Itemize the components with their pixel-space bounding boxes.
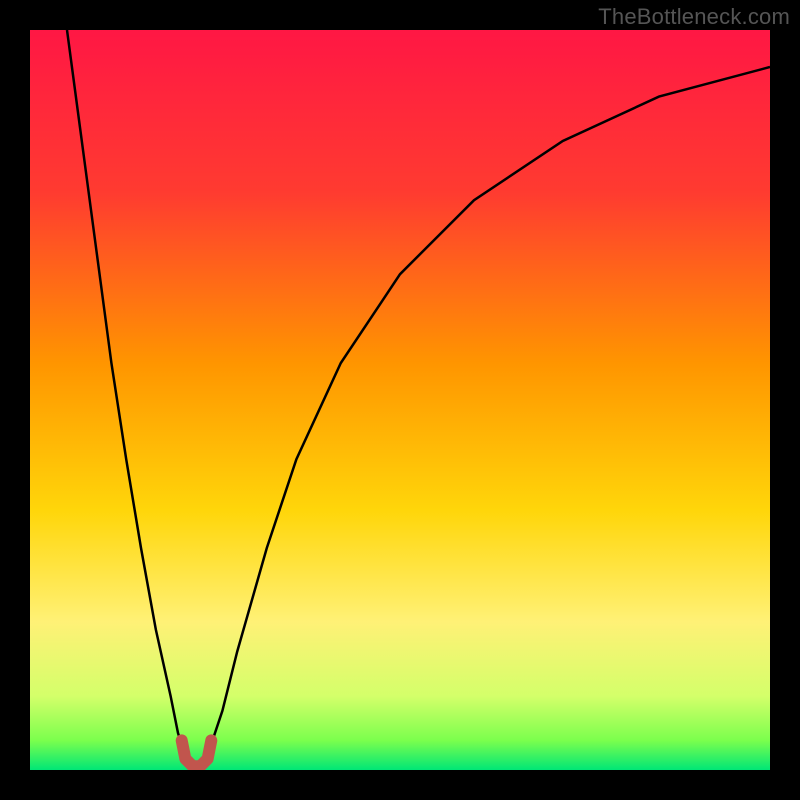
- plot-area: [30, 30, 770, 770]
- series-bottleneck-curve: [67, 30, 770, 766]
- chart-frame: TheBottleneck.com: [0, 0, 800, 800]
- watermark-text: TheBottleneck.com: [598, 4, 790, 30]
- series-optimal-marker: [182, 740, 212, 766]
- curve-layer: [30, 30, 770, 770]
